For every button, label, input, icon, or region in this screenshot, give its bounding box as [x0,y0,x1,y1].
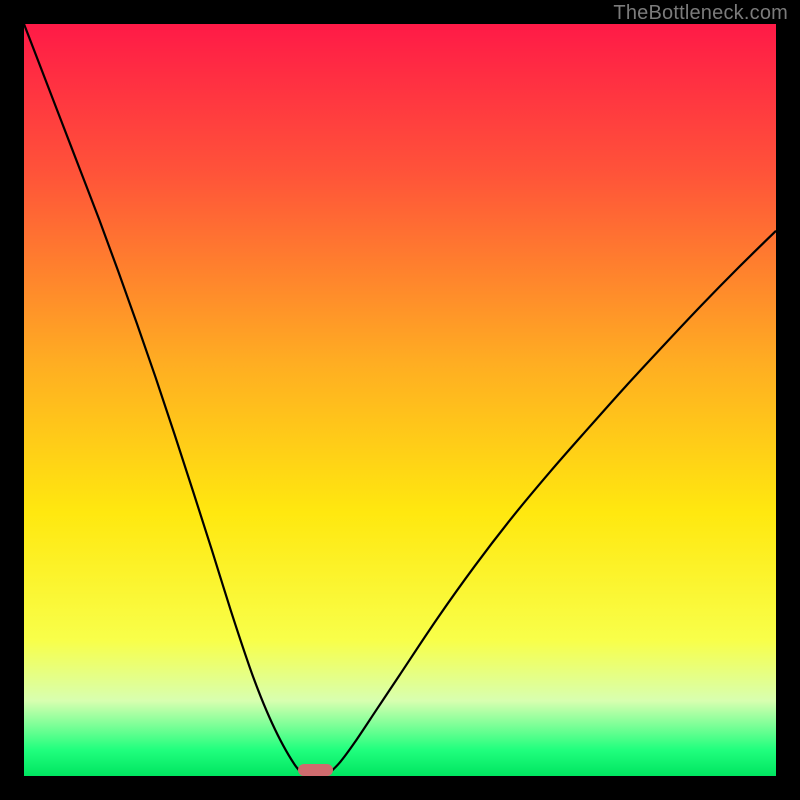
chart-frame [24,24,776,776]
bottleneck-chart [24,24,776,776]
gradient-background [24,24,776,776]
bottleneck-marker [298,764,333,777]
watermark-text: TheBottleneck.com [613,2,788,25]
